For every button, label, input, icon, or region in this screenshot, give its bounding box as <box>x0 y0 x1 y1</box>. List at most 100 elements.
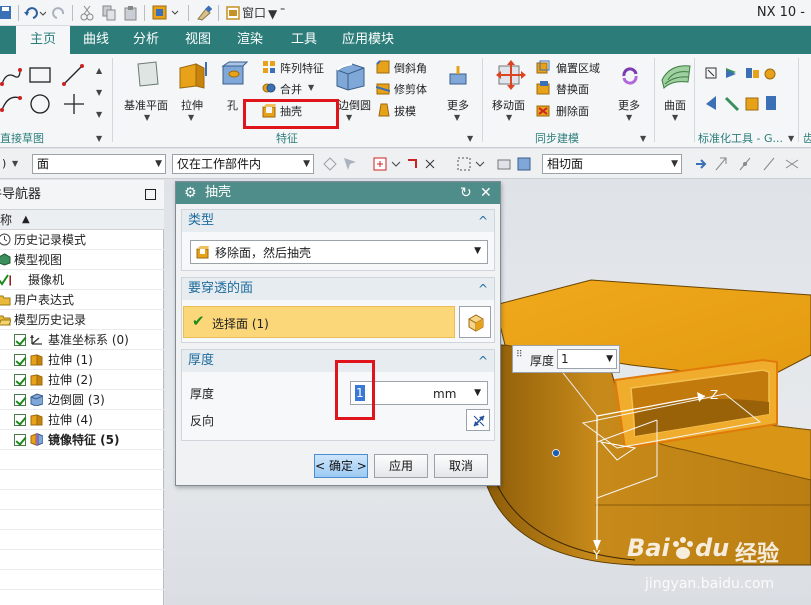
snap-point-icons[interactable] <box>694 156 810 172</box>
standard-tools-icon[interactable] <box>704 66 776 118</box>
close-icon[interactable]: ✕ <box>480 182 492 204</box>
tab-analysis[interactable]: 分析 <box>124 26 168 54</box>
tab-curve[interactable]: 曲线 <box>74 26 118 54</box>
type-filter-select[interactable]: 面 ▼ <box>32 154 166 174</box>
tab-tools[interactable]: 工具 <box>280 26 328 54</box>
checkbox-checked[interactable] <box>14 334 26 346</box>
tab-render[interactable]: 渲染 <box>228 26 272 54</box>
highlight-box-shell <box>243 99 339 129</box>
chevron-down-icon[interactable]: ▼ <box>188 113 194 122</box>
tree-row-history-mode[interactable]: 历史记录模式 <box>0 230 164 250</box>
paste-icon[interactable] <box>124 5 138 21</box>
chevron-down-icon[interactable]: ▼ <box>626 113 632 122</box>
more-features-button[interactable]: 更多 <box>447 97 469 113</box>
type-section-header[interactable]: 类型 ^ <box>182 210 494 232</box>
extrude-button[interactable]: 拉伸 <box>181 97 203 113</box>
group-separator <box>112 58 113 142</box>
drag-handle-icon[interactable]: ⠿ <box>516 350 523 360</box>
reverse-direction-button[interactable] <box>466 409 490 431</box>
trim-body-button[interactable]: 修剪体 <box>394 81 427 97</box>
thickness-tag-value-text: 1 <box>561 352 569 366</box>
chevron-down-icon[interactable]: ▼ <box>346 113 352 122</box>
checkbox-checked[interactable] <box>14 354 26 366</box>
checkbox-checked[interactable] <box>14 394 26 406</box>
pattern-feature-button[interactable]: 阵列特征 <box>280 60 324 76</box>
customize-icon[interactable]: ⁼ <box>280 4 285 20</box>
ok-button[interactable]: < 确定 > <box>314 454 368 478</box>
replace-face-button[interactable]: 替换面 <box>556 81 589 97</box>
chevron-down-icon[interactable]: ▼ <box>12 159 18 168</box>
chevron-down-icon[interactable]: ▼ <box>640 134 646 143</box>
toolbar-separator <box>144 5 145 21</box>
unite-button[interactable]: 合并 <box>280 81 302 97</box>
tree-row-model-views[interactable]: 模型视图 <box>0 250 164 270</box>
chamfer-button[interactable]: 倒斜角 <box>394 60 427 76</box>
cancel-button[interactable]: 取消 <box>434 454 488 478</box>
edge-blend-button[interactable]: 边倒圆 <box>338 97 371 113</box>
tree-row-extrude-4[interactable]: 拉伸 (4) <box>0 410 164 430</box>
reset-icon[interactable]: ↻ <box>460 182 472 204</box>
offset-region-button[interactable]: 偏置区域 <box>556 60 600 76</box>
tab-view[interactable]: 视图 <box>176 26 220 54</box>
more-sync-button[interactable]: 更多 <box>618 97 640 113</box>
navigator-column-header[interactable]: 名称 ▲ <box>0 210 164 230</box>
copy-icon[interactable] <box>102 5 116 21</box>
tree-row-extrude-2[interactable]: 拉伸 (2) <box>0 370 164 390</box>
tab-applications[interactable]: 应用模块 <box>336 26 400 54</box>
checkbox-checked[interactable] <box>14 374 26 386</box>
dialog-title-bar[interactable]: ⚙ 抽壳 ↻ ✕ <box>176 182 500 204</box>
chevron-down-icon[interactable]: ▼ <box>672 113 678 122</box>
face-selection-button[interactable] <box>459 306 491 338</box>
select-face-row[interactable]: ✔ 选择面 (1) <box>183 306 455 338</box>
checkbox-checked[interactable] <box>14 434 26 446</box>
tree-row-mirror-feature-5[interactable]: 镜像特征 (5) <box>0 430 164 450</box>
undo-icon[interactable] <box>24 6 46 20</box>
thickness-onscreen-input[interactable]: ⠿ 厚度 1 ▼ <box>512 345 620 373</box>
tree-row-edge-blend-3[interactable]: 边倒圆 (3) <box>0 390 164 410</box>
window-menu-label[interactable]: 窗口 <box>242 5 266 21</box>
apply-button[interactable]: 应用 <box>374 454 428 478</box>
chevron-down-icon[interactable]: ▼ <box>506 113 512 122</box>
window-icon[interactable] <box>226 5 240 21</box>
group-label-sketch: 直接草图 <box>0 132 44 145</box>
chevron-down-icon[interactable]: ▼ <box>454 113 460 122</box>
selection-scope-select[interactable]: 仅在工作部件内 ▼ <box>172 154 314 174</box>
chevron-up-icon[interactable]: ▲ <box>96 66 102 75</box>
hole-button[interactable]: 孔 <box>227 97 238 113</box>
brush-icon[interactable] <box>196 5 212 21</box>
delete-face-button[interactable]: 删除面 <box>556 103 589 119</box>
maximize-icon[interactable] <box>145 189 156 200</box>
chevron-down-icon[interactable]: ▼ <box>467 134 473 143</box>
file-menu-tab[interactable] <box>0 26 14 54</box>
surface-button[interactable]: 曲面 <box>664 97 686 113</box>
chevron-down-icon[interactable]: ▼ <box>268 6 277 22</box>
draft-button[interactable]: 拔模 <box>394 103 416 119</box>
thickness-tag-value[interactable]: 1 ▼ <box>557 349 617 369</box>
tree-row-datum-csys[interactable]: 基准坐标系 (0) <box>0 330 164 350</box>
datum-plane-button[interactable]: 基准平面 <box>124 97 168 113</box>
save-icon[interactable] <box>0 5 12 21</box>
tree-row-extrude-1[interactable]: 拉伸 (1) <box>0 350 164 370</box>
sketch-tools-icon[interactable] <box>0 62 90 122</box>
cut-icon[interactable] <box>80 5 94 21</box>
tree-row-cameras[interactable]: 摄像机 <box>0 270 164 290</box>
snap-face-rule-select[interactable]: 相切面 ▼ <box>542 154 682 174</box>
shell-type-select[interactable]: 移除面，然后抽壳 ▼ <box>190 240 488 264</box>
pierce-faces-header[interactable]: 要穿透的面 ^ <box>182 278 494 300</box>
chevron-down-icon[interactable]: ▼ <box>788 134 794 143</box>
chevron-down-icon[interactable]: ▼ <box>96 88 102 97</box>
chevron-down-icon[interactable]: ▼ <box>144 113 150 122</box>
chevron-down-icon[interactable]: ▼ <box>308 83 314 92</box>
chevron-down-icon[interactable]: ▼ <box>96 134 102 143</box>
tree-row-model-history[interactable]: 模型历史记录 <box>0 310 164 330</box>
menu-icon[interactable]: ) <box>2 157 6 170</box>
selection-tools-icons[interactable] <box>322 156 532 172</box>
tab-home[interactable]: 主页 <box>16 26 70 54</box>
checkbox-checked[interactable] <box>14 414 26 426</box>
redo-icon[interactable] <box>52 6 66 20</box>
chevron-down-icon[interactable]: ▼ <box>96 110 102 119</box>
insert-icon[interactable] <box>152 5 180 21</box>
move-face-button[interactable]: 移动面 <box>492 97 525 113</box>
ribbon-panel: ▲ ▼ ▼ 直接草图 ▼ 基准平面 ▼ 拉伸 ▼ 孔 阵列特征 合并 ▼ 抽壳 … <box>0 54 811 148</box>
tree-row-user-expressions[interactable]: 用户表达式 <box>0 290 164 310</box>
